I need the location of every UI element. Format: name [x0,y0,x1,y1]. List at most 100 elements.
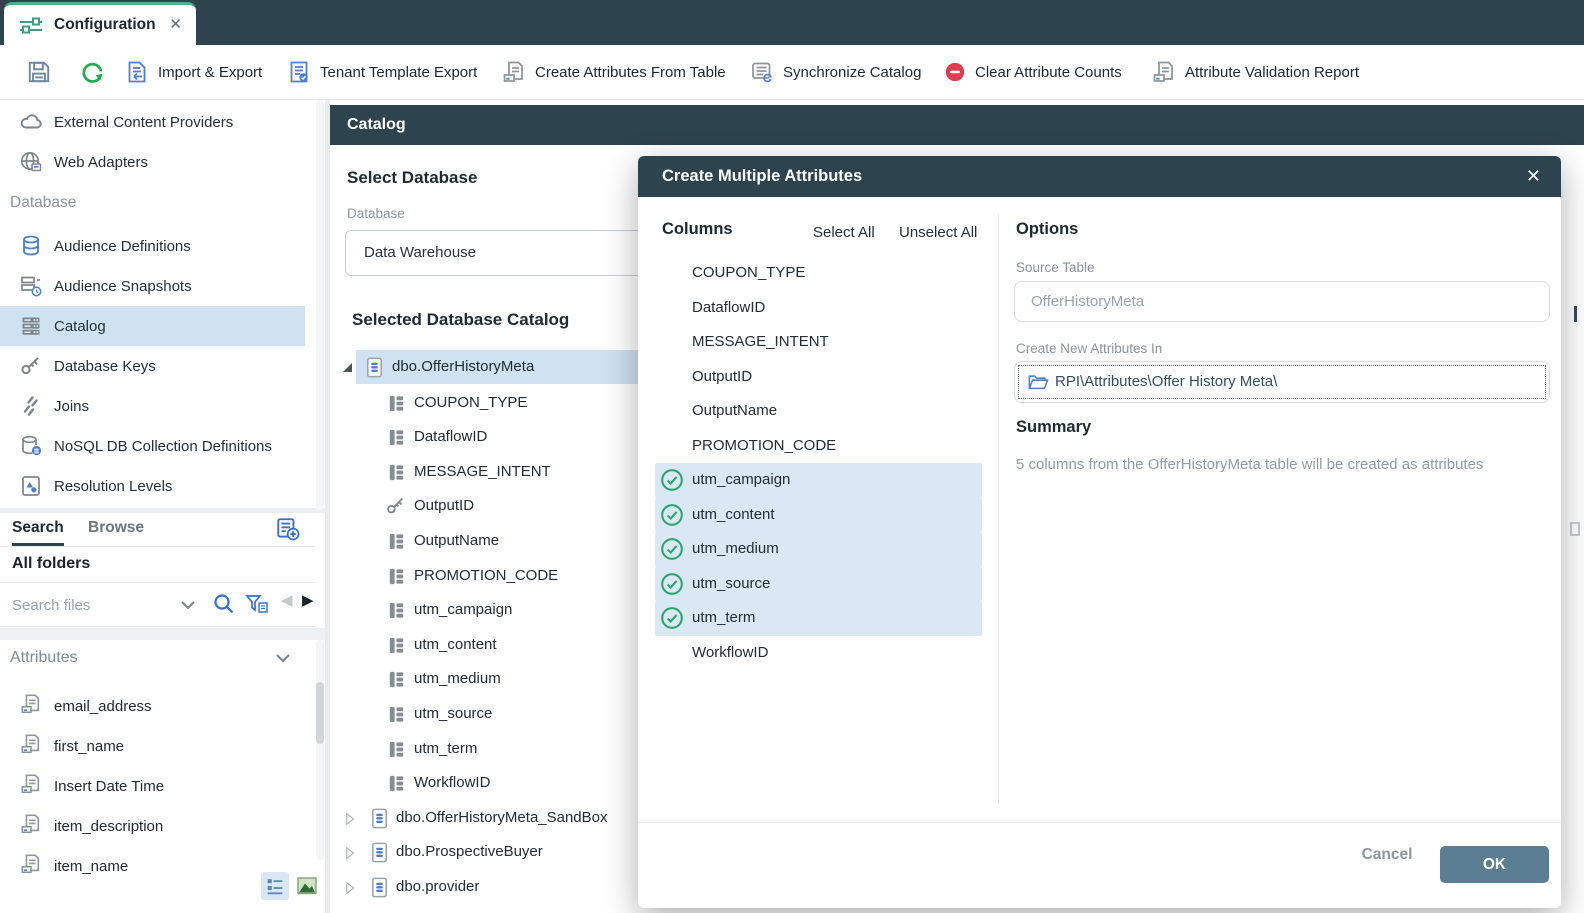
column-option-selected[interactable]: utm_term [655,601,982,636]
column-option[interactable]: DataflowID [655,291,982,326]
check-circle-icon [660,572,684,601]
column-option-selected[interactable]: utm_content [655,498,982,533]
attributes-scrollbar[interactable] [316,640,324,860]
create-in-folder-field[interactable]: RPI\Attributes\Offer History Meta\ [1014,361,1550,403]
attribute-document-icon [20,693,44,720]
save-button[interactable] [26,45,52,99]
document-check-icon [287,60,311,84]
chevron-down-icon[interactable] [273,648,293,673]
tab-configuration[interactable]: Configuration ✕ [4,2,196,45]
column-option-selected[interactable]: utm_medium [655,532,982,567]
previous-arrow-icon[interactable]: ◀ [281,591,293,609]
select-all-button[interactable]: Select All [813,224,875,241]
ok-button[interactable]: OK [1440,846,1549,883]
sidebar-scrollbar[interactable] [316,100,324,510]
snapshot-icon [18,274,44,298]
save-icon [26,59,52,85]
import-export-button[interactable]: Import & Export [125,45,262,99]
create-new-attributes-in-label: Create New Attributes In [1016,341,1162,356]
catalog-panel-title: Catalog [347,105,406,145]
sidebar-item-resolution-levels[interactable]: Resolution Levels [0,466,305,506]
sidebar-item-web-adapters[interactable]: Web Adapters [0,142,305,182]
table-icon [368,876,391,904]
clear-attribute-counts-button[interactable]: Clear Attribute Counts [944,45,1122,99]
source-table-label: Source Table [1016,260,1095,275]
attribute-document-icon [502,60,526,84]
options-heading: Options [1016,220,1078,239]
database-select[interactable]: Data Warehouse [345,230,660,276]
dialog-footer: Cancel OK [638,822,1561,908]
column-option-selected[interactable]: utm_source [655,567,982,602]
column-option[interactable]: COUPON_TYPE [655,256,982,291]
sidebar: External Content Providers Web Adapters … [0,100,325,913]
chevron-down-icon[interactable] [178,595,198,620]
unselect-all-button[interactable]: Unselect All [899,224,977,241]
expander-collapsed-icon[interactable] [341,879,359,902]
attribute-item[interactable]: Insert Date Time [0,766,310,806]
synchronize-catalog-button[interactable]: Synchronize Catalog [750,45,921,99]
attribute-document-icon [1152,60,1176,84]
database-select-value: Data Warehouse [364,231,476,275]
next-arrow-icon[interactable]: ▶ [302,591,314,609]
resolution-levels-icon [18,474,44,498]
expander-collapsed-icon[interactable] [341,844,359,867]
attribute-validation-report-button[interactable]: Attribute Validation Report [1152,45,1359,99]
attribute-document-icon [20,773,44,800]
summary-heading: Summary [1016,418,1091,437]
close-dialog-icon[interactable]: ✕ [1526,156,1541,197]
background-fragment [1570,522,1580,536]
attribute-item[interactable]: item_description [0,806,310,846]
server-icon [18,314,44,338]
catalog-panel-header: Catalog [330,105,1584,145]
sidebar-item-audience-snapshots[interactable]: Audience Snapshots [0,266,305,306]
column-option[interactable]: MESSAGE_INTENT [655,325,982,360]
tab-browse[interactable]: Browse [88,513,144,543]
column-icon [385,565,408,593]
column-icon [385,426,408,454]
add-document-icon[interactable] [275,516,301,547]
dialog-divider [998,214,999,804]
sidebar-item-joins[interactable]: Joins [0,386,305,426]
sidebar-item-audience-definitions[interactable]: Audience Definitions [0,226,305,266]
search-browse-tabs: Search Browse [0,513,315,547]
column-option[interactable]: OutputName [655,394,982,429]
all-folders-row[interactable]: All folders [0,547,315,583]
cloud-icon [18,111,44,133]
cancel-button[interactable]: Cancel [1354,837,1420,873]
attributes-header[interactable]: Attributes [0,640,315,676]
column-icon [385,634,408,662]
search-input[interactable] [12,591,172,619]
create-attributes-from-table-button[interactable]: Create Attributes From Table [502,45,726,99]
column-icon [385,530,408,558]
column-icon [385,668,408,696]
sidebar-item-external-content-providers[interactable]: External Content Providers [0,102,305,142]
source-table-input[interactable] [1014,281,1550,322]
columns-heading: Columns [662,220,733,239]
column-option[interactable]: WorkflowID [655,636,982,671]
column-icon [385,703,408,731]
refresh-button[interactable] [80,45,105,99]
selected-database-catalog-heading: Selected Database Catalog [352,310,569,330]
sidebar-item-database-keys[interactable]: Database Keys [0,346,305,386]
column-option[interactable]: OutputID [655,360,982,395]
attribute-item[interactable]: email_address [0,686,310,726]
image-view-icon [295,874,319,898]
list-view-button[interactable] [261,872,289,900]
key-icon [385,495,407,522]
attribute-item[interactable]: first_name [0,726,310,766]
tenant-template-export-button[interactable]: Tenant Template Export [287,45,477,99]
expander-collapsed-icon[interactable] [341,810,359,833]
column-option[interactable]: PROMOTION_CODE [655,429,982,464]
filter-icon[interactable] [244,592,270,621]
check-circle-icon [660,537,684,566]
image-view-button[interactable] [293,872,321,900]
sidebar-item-catalog[interactable]: Catalog [0,306,305,346]
tab-search[interactable]: Search [12,513,64,546]
column-option-selected[interactable]: utm_campaign [655,463,982,498]
expander-expanded-icon[interactable] [343,363,352,372]
select-database-heading: Select Database [347,168,477,188]
sidebar-item-nosql-db-collection-definitions[interactable]: NoSQL DB Collection Definitions [0,426,305,466]
scrollbar-thumb[interactable] [316,682,324,744]
search-icon[interactable] [212,592,236,621]
close-tab-icon[interactable]: ✕ [169,5,182,45]
